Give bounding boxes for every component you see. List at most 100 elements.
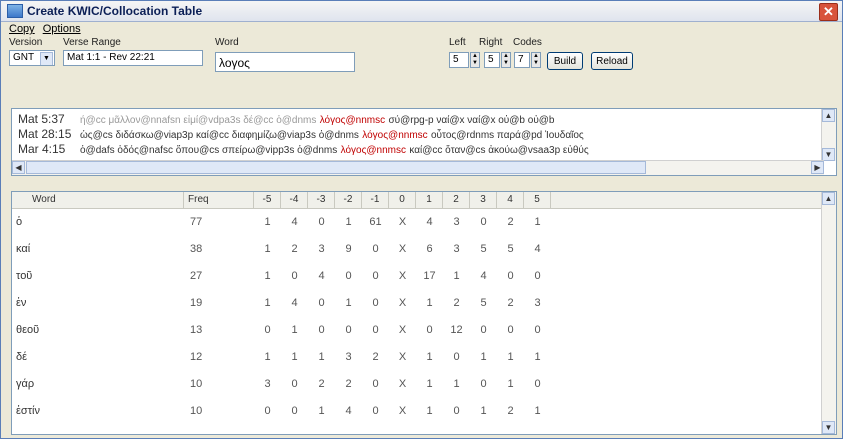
cell-offset-count: 0	[318, 216, 325, 228]
column-header-offset[interactable]: -4	[281, 192, 308, 208]
cell-offset-count: 0	[372, 297, 379, 309]
left-label: Left	[449, 37, 466, 48]
cell-offset-count: 0	[372, 270, 379, 282]
cell-offset-count: 2	[507, 216, 514, 228]
column-header-offset[interactable]: 2	[443, 192, 470, 208]
cell-offset-count: 1	[291, 351, 298, 363]
kwic-line[interactable]: Mar 4:15 ὁ@dafs ὁδός@nafsc ὅπου@cs σπείρω…	[18, 142, 589, 156]
column-header-offset[interactable]: -1	[362, 192, 389, 208]
cell-offset-count: 1	[264, 270, 271, 282]
kwic-keyword: λόγος@nnmsc	[362, 130, 428, 141]
scroll-up-icon[interactable]: ▲	[822, 192, 835, 205]
codes-stepper[interactable]: ▲ ▼	[531, 52, 541, 68]
cell-offset-count: 9	[345, 243, 352, 255]
kwic-ref: Mat 5:37	[18, 112, 65, 126]
kwic-ref: Mat 28:15	[18, 127, 72, 141]
cell-offset-count: 4	[480, 270, 487, 282]
scroll-up-icon[interactable]: ▲	[822, 109, 835, 122]
cell-offset-count: X	[398, 297, 407, 309]
kwic-context-after: σύ@rpg-p ναί@x ναί@x οὐ@b οὐ@b	[388, 115, 555, 126]
close-button[interactable]: ✕	[819, 3, 838, 21]
column-header-word[interactable]: Word	[12, 192, 184, 208]
cell-freq: 10	[190, 378, 203, 390]
column-header-offset[interactable]: 5	[524, 192, 551, 208]
column-header-freq[interactable]: Freq	[184, 192, 254, 208]
cell-freq: 10	[190, 405, 203, 417]
column-header-offset[interactable]: 0	[389, 192, 416, 208]
menu-bar: Copy Options	[1, 22, 842, 36]
cell-offset-count: X	[398, 243, 407, 255]
column-header-offset[interactable]: 3	[470, 192, 497, 208]
column-header-offset[interactable]: -5	[254, 192, 281, 208]
table-row[interactable]: γάρ 10 3 0 2 2 0 X 1 1 0 1 0	[12, 374, 824, 395]
cell-freq: 77	[190, 216, 203, 228]
codes-field[interactable]: 7	[514, 52, 530, 68]
menu-options[interactable]: Options	[43, 23, 81, 35]
build-button[interactable]: Build	[547, 52, 583, 70]
kwic-vertical-scrollbar[interactable]: ▲ ▼	[821, 109, 836, 161]
scroll-thumb[interactable]	[26, 161, 646, 174]
cell-offset-count: 3	[453, 243, 460, 255]
collocation-table[interactable]: Word Freq -5 -4 -3 -2 -1 0 1 2 3 4 5 ὁ 77…	[11, 191, 837, 435]
cell-offset-count: 0	[480, 216, 487, 228]
cell-offset-count: 3	[318, 243, 325, 255]
kwic-horizontal-scrollbar[interactable]: ◀ ▶	[12, 160, 824, 175]
verse-range-value: Mat 1:1 - Rev 22:21	[67, 52, 155, 63]
cell-offset-count: X	[398, 324, 407, 336]
table-row[interactable]: ἐν 19 1 4 0 1 0 X 1 2 5 2 3	[12, 293, 824, 314]
column-header-offset[interactable]: -3	[308, 192, 335, 208]
cell-offset-count: 6	[426, 243, 433, 255]
cell-offset-count: 0	[345, 324, 352, 336]
verse-range-label: Verse Range	[63, 37, 121, 48]
kwic-context-after: καί@cc ὅταν@cs ἀκούω@vsaa3p εὐθύς	[409, 145, 589, 156]
column-header-offset[interactable]: 1	[416, 192, 443, 208]
chevron-down-icon[interactable]: ▼	[40, 52, 53, 65]
cell-offset-count: 1	[534, 351, 541, 363]
reload-button[interactable]: Reload	[591, 52, 633, 70]
scroll-right-icon[interactable]: ▶	[811, 161, 824, 174]
scroll-left-icon[interactable]: ◀	[12, 161, 25, 174]
table-row[interactable]: θεοῦ 13 0 1 0 0 0 X 0 12 0 0 0	[12, 320, 824, 341]
table-row[interactable]: καί 38 1 2 3 9 0 X 6 3 5 5 4	[12, 239, 824, 260]
cell-offset-count: 0	[318, 297, 325, 309]
kwic-window: Create KWIC/Collocation Table ✕ Copy Opt…	[0, 0, 843, 439]
cell-offset-count: 1	[318, 405, 325, 417]
cell-word: ἐστίν	[16, 405, 40, 417]
cell-offset-count: 4	[345, 405, 352, 417]
cell-offset-count: 2	[507, 297, 514, 309]
verse-range-field[interactable]: Mat 1:1 - Rev 22:21	[63, 50, 203, 66]
cell-offset-count: 1	[480, 351, 487, 363]
right-stepper[interactable]: ▲ ▼	[501, 52, 511, 68]
table-row[interactable]: ὁ 77 1 4 0 1 61 X 4 3 0 2 1	[12, 212, 824, 233]
cell-offset-count: 3	[534, 297, 541, 309]
title-bar[interactable]: Create KWIC/Collocation Table ✕	[1, 1, 842, 22]
left-field[interactable]: 5	[449, 52, 469, 68]
left-stepper[interactable]: ▲ ▼	[470, 52, 480, 68]
cell-offset-count: 0	[291, 378, 298, 390]
word-input[interactable]: λογος	[215, 52, 355, 72]
cell-offset-count: 3	[264, 378, 271, 390]
version-label: Version	[9, 37, 43, 48]
table-vertical-scrollbar[interactable]: ▲ ▼	[821, 192, 836, 434]
cell-offset-count: 4	[426, 216, 433, 228]
cell-offset-count: 61	[369, 216, 382, 228]
kwic-line[interactable]: Mat 5:37 ή@cc μᾶλλον@nnafsn εἰμί@vdpa3s δ…	[18, 112, 555, 126]
version-select[interactable]: GNT ▼	[9, 50, 55, 66]
table-row[interactable]: ἐστίν 10 0 0 1 4 0 X 1 0 1 2 1	[12, 401, 824, 422]
kwic-line[interactable]: Mat 28:15 ὡς@cs διδάσκω@viap3p καί@cc δια…	[18, 127, 584, 141]
scroll-down-icon[interactable]: ▼	[822, 421, 835, 434]
right-field[interactable]: 5	[484, 52, 500, 68]
word-label: Word	[215, 37, 239, 48]
cell-offset-count: 17	[423, 270, 436, 282]
cell-offset-count: 2	[345, 378, 352, 390]
cell-offset-count: 0	[453, 405, 460, 417]
table-row[interactable]: τοῦ 27 1 0 4 0 0 X 17 1 4 0 0	[12, 266, 824, 287]
cell-offset-count: 0	[534, 270, 541, 282]
column-header-offset[interactable]: -2	[335, 192, 362, 208]
cell-offset-count: 1	[426, 378, 433, 390]
cell-offset-count: 2	[453, 297, 460, 309]
menu-copy[interactable]: Copy	[9, 23, 35, 35]
kwic-pane[interactable]: Mat 5:37 ή@cc μᾶλλον@nnafsn εἰμί@vdpa3s δ…	[11, 108, 837, 176]
table-row[interactable]: δέ 12 1 1 1 3 2 X 1 0 1 1 1	[12, 347, 824, 368]
column-header-offset[interactable]: 4	[497, 192, 524, 208]
